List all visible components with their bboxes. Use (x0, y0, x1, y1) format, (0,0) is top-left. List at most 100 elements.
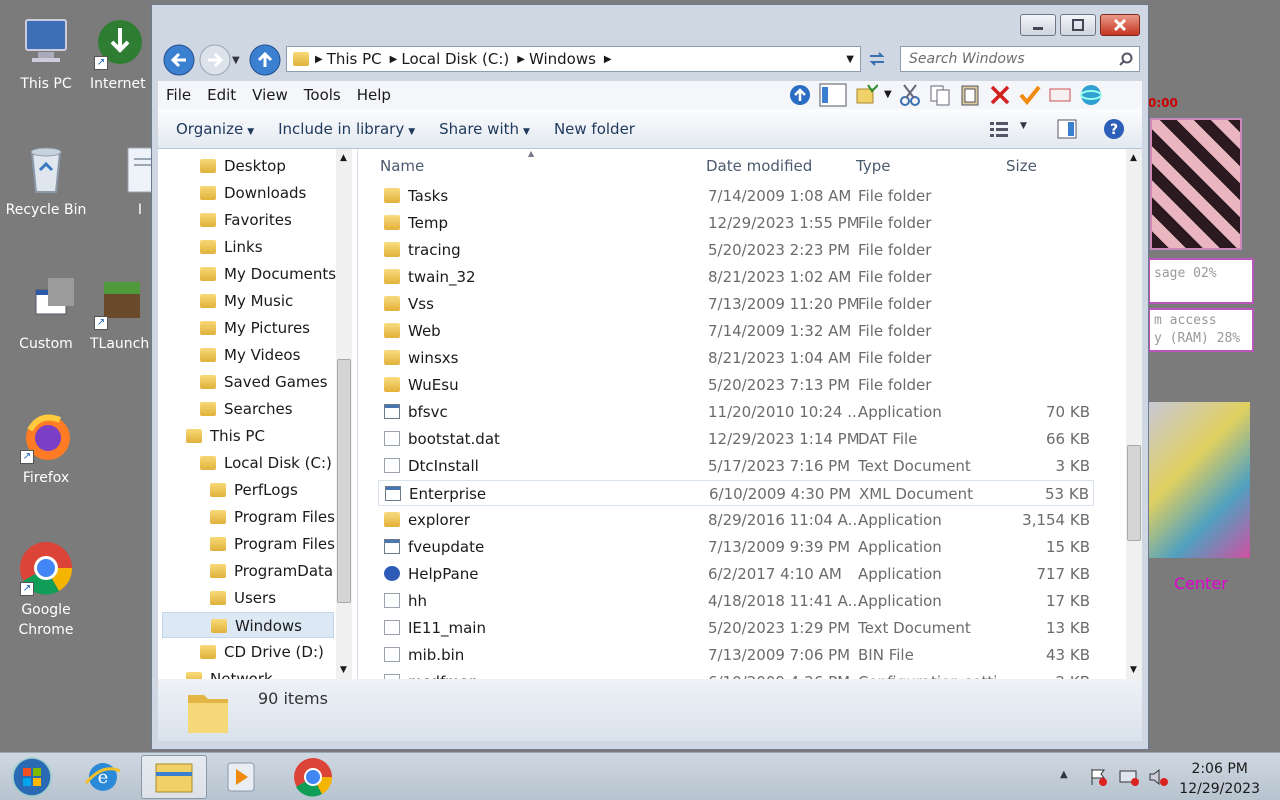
breadcrumb-separator-icon[interactable]: ▶ (315, 54, 323, 65)
menu-help[interactable]: Help (349, 86, 399, 104)
taskbar-windows-explorer[interactable] (141, 755, 207, 799)
properties-check-icon[interactable] (1018, 83, 1042, 107)
nav-item-my-videos[interactable]: My Videos (200, 342, 300, 368)
maximize-button[interactable] (1060, 14, 1096, 36)
address-dropdown-icon[interactable]: ▼ (846, 54, 860, 65)
file-list-scroll-thumb[interactable] (1127, 445, 1141, 541)
nav-item-cd-drive-d[interactable]: CD Drive (D:) (200, 639, 324, 665)
breadcrumb-separator-icon[interactable]: ▶ (604, 54, 612, 65)
menu-view[interactable]: View (244, 86, 296, 104)
copy-icon[interactable] (928, 83, 952, 107)
nav-item-program-files[interactable]: Program Files (210, 504, 335, 530)
recycle-bin-desktop-icon[interactable]: Recycle Bin (0, 140, 92, 220)
taskbar-media-player[interactable] (210, 755, 272, 799)
history-dropdown-icon[interactable]: ▼ (232, 55, 240, 66)
file-row[interactable]: tracing 5/20/2023 2:23 PM File folder (378, 237, 1094, 263)
breadcrumb-local-disk[interactable]: Local Disk (C:) (397, 50, 517, 68)
nav-item-network[interactable]: Network (186, 666, 273, 679)
nav-item-local-disk-c[interactable]: Local Disk (C:) (200, 450, 332, 476)
file-row[interactable]: Vss 7/13/2009 11:20 PM File folder (378, 291, 1094, 317)
cut-icon[interactable] (898, 83, 922, 107)
taskbar-internet-explorer[interactable]: e (72, 755, 134, 799)
search-input[interactable]: Search Windows (900, 46, 1140, 72)
firefox-desktop-icon[interactable]: ↗ Firefox (0, 408, 92, 488)
up-button[interactable] (248, 43, 282, 81)
scroll-up-icon[interactable]: ▲ (1130, 153, 1137, 163)
globe-icon[interactable] (1078, 83, 1104, 107)
file-row[interactable]: DtcInstall 5/17/2023 7:16 PM Text Document… (378, 453, 1094, 479)
file-row[interactable]: Temp 12/29/2023 1:55 PM File folder (378, 210, 1094, 236)
file-row[interactable]: Enterprise 6/10/2009 4:30 PM XML Document 5… (378, 480, 1094, 506)
this-pc-desktop-icon[interactable]: This PC (0, 14, 92, 94)
menu-edit[interactable]: Edit (199, 86, 244, 104)
scroll-up-icon[interactable]: ▲ (340, 153, 347, 163)
file-row[interactable]: WuEsu 5/20/2023 7:13 PM File folder (378, 372, 1094, 398)
nav-item-my-pictures[interactable]: My Pictures (200, 315, 310, 341)
minimize-button[interactable] (1020, 14, 1056, 36)
organize-button[interactable]: Organize ▼ (158, 120, 266, 138)
share-with-button[interactable]: Share with ▼ (427, 120, 542, 138)
network-icon[interactable] (1118, 767, 1140, 787)
nav-item-desktop[interactable]: Desktop (200, 153, 286, 179)
action-center-flag-icon[interactable] (1088, 767, 1108, 787)
start-button[interactable] (4, 755, 60, 799)
refresh-button[interactable] (864, 48, 890, 70)
breadcrumb-windows[interactable]: Windows (525, 50, 604, 68)
file-row[interactable]: HelpPane 6/2/2017 4:10 AM Application 717 K… (378, 561, 1094, 587)
menu-file[interactable]: File (158, 86, 199, 104)
nav-item-users[interactable]: Users (210, 585, 276, 611)
column-size[interactable]: Size (1006, 157, 1037, 175)
view-dropdown-icon[interactable]: ▼ (1020, 121, 1027, 131)
scroll-down-icon[interactable]: ▼ (340, 665, 347, 675)
column-date-modified[interactable]: Date modified (706, 157, 812, 175)
address-bar[interactable]: ▶ This PC ▶ Local Disk (C:) ▶ Windows ▶ … (286, 46, 861, 72)
nav-item-searches[interactable]: Searches (200, 396, 293, 422)
file-row[interactable]: Tasks 7/14/2009 1:08 AM File folder (378, 183, 1094, 209)
nav-item-windows[interactable]: Windows (162, 612, 334, 638)
file-row[interactable]: msdfmap 6/10/2009 4:26 PM Configuration se… (378, 669, 1094, 679)
file-row[interactable]: bootstat.dat 12/29/2023 1:14 PM DAT File 66… (378, 426, 1094, 452)
idm-desktop-icon[interactable]: ↗ Internet Download Manager (90, 14, 150, 94)
system-clock[interactable]: 2:06 PM 12/29/2023 (1179, 759, 1260, 799)
navigation-scrollbar[interactable]: ▲ ▼ (336, 149, 352, 679)
nav-item-perflogs[interactable]: PerfLogs (210, 477, 298, 503)
file-row[interactable]: mib.bin 7/13/2009 7:06 PM BIN File 43 KB (378, 642, 1094, 668)
file-row[interactable]: fveupdate 7/13/2009 9:39 PM Application 15 … (378, 534, 1094, 560)
delete-icon[interactable] (988, 83, 1012, 107)
breadcrumb-separator-icon[interactable]: ▶ (390, 54, 398, 65)
close-button[interactable] (1100, 14, 1140, 36)
preview-pane-icon[interactable] (1056, 118, 1078, 140)
taskbar-chrome[interactable] (282, 755, 344, 799)
nav-item-downloads[interactable]: Downloads (200, 180, 306, 206)
nav-item-links[interactable]: Links (200, 234, 263, 260)
nav-item-programdata[interactable]: ProgramData (210, 558, 333, 584)
views-dropdown-icon[interactable]: ▼ (884, 83, 892, 107)
file-row[interactable]: twain_32 8/21/2023 1:02 AM File folder (378, 264, 1094, 290)
include-in-library-button[interactable]: Include in library ▼ (266, 120, 427, 138)
column-name[interactable]: Name (380, 157, 424, 175)
file-row[interactable]: winsxs 8/21/2023 1:04 AM File folder (378, 345, 1094, 371)
scroll-down-icon[interactable]: ▼ (1130, 665, 1137, 675)
nav-item-saved-games[interactable]: Saved Games (200, 369, 328, 395)
folders-pane-icon[interactable] (818, 83, 848, 107)
help-icon[interactable]: ? (1102, 117, 1126, 141)
navigation-scroll-thumb[interactable] (337, 359, 351, 603)
volume-muted-icon[interactable] (1148, 767, 1170, 787)
forward-button[interactable] (198, 43, 232, 81)
nav-item-this-pc[interactable]: This PC (186, 423, 265, 449)
file-list-scrollbar[interactable]: ▲ ▼ (1126, 149, 1142, 679)
change-view-icon[interactable] (988, 119, 1010, 139)
menu-tools[interactable]: Tools (296, 86, 349, 104)
nav-item-my-music[interactable]: My Music (200, 288, 293, 314)
nav-item-my-documents[interactable]: My Documents (200, 261, 336, 287)
file-row[interactable]: explorer 8/29/2016 11:04 A... Application 3… (378, 507, 1094, 533)
nav-item-favorites[interactable]: Favorites (200, 207, 292, 233)
views-icon[interactable] (854, 83, 878, 107)
back-button[interactable] (162, 43, 196, 81)
file-row[interactable]: hh 4/18/2018 11:41 A... Application 17 KB (378, 588, 1094, 614)
nav-item-program-files[interactable]: Program Files ( (210, 531, 346, 557)
up-folder-icon[interactable] (788, 83, 812, 107)
breadcrumb-this-pc[interactable]: This PC (323, 50, 390, 68)
file-row[interactable]: Web 7/14/2009 1:32 AM File folder (378, 318, 1094, 344)
tlauncher-desktop-icon[interactable]: ↗ TLauncher (90, 274, 150, 354)
